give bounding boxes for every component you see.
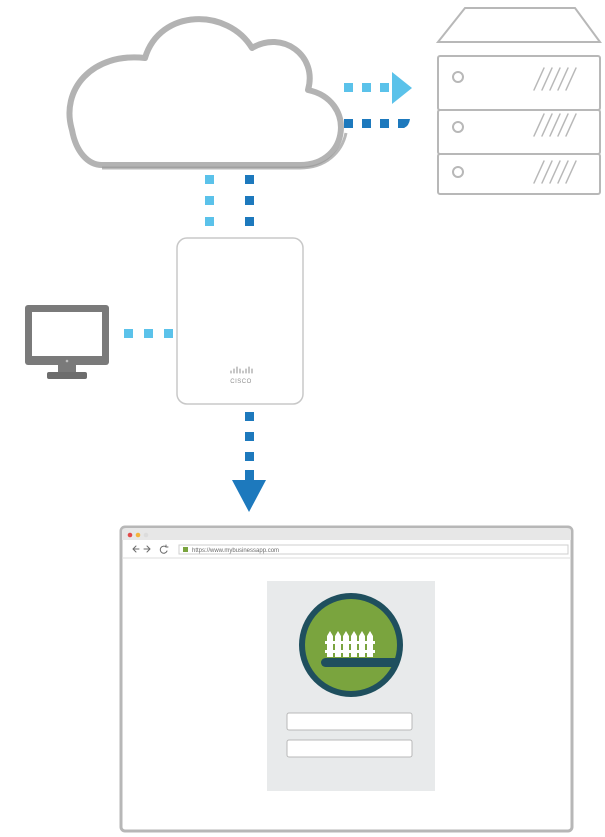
server-unit-2 [437, 109, 601, 155]
password-field [286, 739, 413, 758]
captive-portal-diagram: CISCO https://www.mybusinessapp.com [25, 7, 602, 833]
wireless-access-point-icon: CISCO [176, 237, 304, 405]
desktop-monitor-icon [25, 305, 109, 379]
address-url: https://www.mybusinessapp.com [192, 548, 279, 554]
window-zoom-dot [143, 532, 149, 538]
cloud-ap-link-dark [245, 175, 254, 226]
server-top [435, 7, 602, 43]
cloud-icon [66, 16, 348, 170]
brand-label: CISCO [230, 379, 252, 385]
browser-window-icon: https://www.mybusinessapp.com [119, 525, 574, 833]
server-rack-icon [435, 7, 602, 195]
cloud-ap-link-light [205, 175, 214, 226]
arrow-down-icon [232, 480, 266, 512]
fence-logo-icon [299, 593, 403, 697]
ap-to-browser-link [232, 412, 266, 512]
window-minimize-dot [135, 532, 141, 538]
window-close-dot [127, 532, 133, 538]
username-field [286, 712, 413, 731]
monitor-ap-link [124, 329, 173, 338]
server-to-cloud-link [344, 119, 410, 128]
server-unit-1 [437, 55, 601, 111]
cloud-to-server-link [344, 72, 412, 104]
secure-lock-icon [183, 547, 188, 552]
arrow-right-icon [392, 72, 412, 104]
